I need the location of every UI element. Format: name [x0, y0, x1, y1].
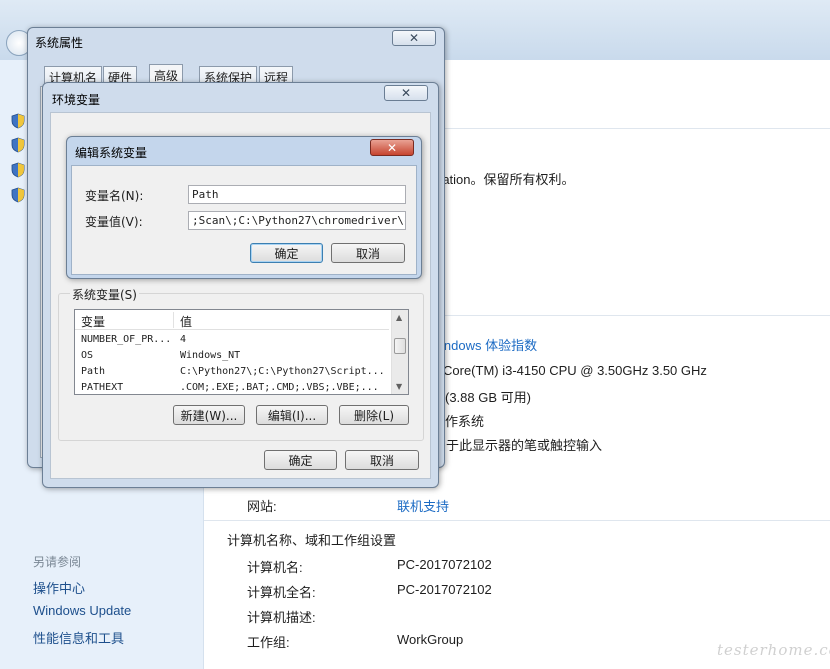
edit-system-variable-dialog: 编辑系统变量 ✕ 变量名(N): Path 变量值(V): ;Scan\;C:\… — [66, 136, 422, 279]
table-row[interactable]: Path C:\Python27\;C:\Python27\Script... — [75, 364, 389, 380]
close-button[interactable]: ✕ — [370, 139, 414, 156]
workgroup-label: 工作组: — [247, 635, 290, 650]
vertical-scrollbar[interactable]: ▲ ▼ — [391, 310, 408, 394]
experience-index-link[interactable]: indows 体验指数 — [441, 335, 537, 354]
close-icon: ✕ — [408, 31, 420, 45]
window-title: 系统属性 — [35, 36, 84, 50]
list-header: 变量 值 — [75, 310, 389, 330]
shield-icon — [11, 187, 25, 203]
table-row[interactable]: NUMBER_OF_PR... 4 — [75, 332, 389, 348]
table-row[interactable]: OS Windows_NT — [75, 348, 389, 364]
variable-name: OS — [81, 350, 94, 361]
divider — [204, 520, 830, 521]
shield-icon — [11, 113, 25, 129]
scroll-up-arrow-icon[interactable]: ▲ — [396, 313, 402, 322]
variable-name: NUMBER_OF_PR... — [81, 334, 171, 345]
cancel-button[interactable]: 取消 — [345, 450, 419, 470]
new-button[interactable]: 新建(W)... — [173, 405, 245, 425]
dialog-body: 变量名(N): Path 变量值(V): ;Scan\;C:\Python27\… — [71, 165, 417, 275]
shield-icon — [11, 162, 25, 178]
full-computer-name-value: PC-2017072102 — [397, 582, 492, 597]
computer-description-label: 计算机描述: — [247, 610, 316, 625]
window-title: 编辑系统变量 — [75, 146, 148, 160]
variable-value-label: 变量值(V): — [85, 215, 143, 229]
see-also-heading: 另请参阅 — [33, 555, 82, 569]
variable-name: PATHEXT — [81, 382, 124, 393]
window-title: 环境变量 — [52, 93, 101, 107]
computer-name-label: 计算机名: — [247, 560, 303, 575]
variable-name-field[interactable]: Path — [188, 185, 406, 204]
system-type-value: 作系统 — [445, 414, 485, 429]
variable-name-label: 变量名(N): — [85, 189, 144, 203]
system-variables-list[interactable]: 变量 值 NUMBER_OF_PR... 4 OS Windows_NT Pat… — [74, 309, 409, 395]
variable-value-field[interactable]: ;Scan\;C:\Python27\chromedriver\chro — [188, 211, 406, 230]
column-variable[interactable]: 变量 — [81, 313, 105, 330]
website-label: 网站: — [247, 499, 277, 514]
workgroup-value: WorkGroup — [397, 632, 464, 647]
close-icon: ✕ — [386, 140, 398, 155]
online-support-link[interactable]: 联机支持 — [397, 496, 449, 515]
scrollbar-thumb[interactable] — [394, 338, 406, 354]
cancel-button[interactable]: 取消 — [331, 243, 405, 263]
variable-value: Windows_NT — [180, 350, 241, 361]
column-value[interactable]: 值 — [180, 313, 192, 330]
memory-value: (3.88 GB 可用) — [445, 390, 531, 405]
variable-name: Path — [81, 366, 106, 377]
performance-info-link[interactable]: 性能信息和工具 — [33, 628, 124, 647]
close-icon: ✕ — [400, 86, 412, 100]
computer-section-title: 计算机名称、域和工作组设置 — [227, 533, 397, 548]
variable-value: .COM;.EXE;.BAT;.CMD;.VBS;.VBE;... — [180, 382, 379, 393]
close-button[interactable]: ✕ — [392, 30, 436, 46]
ok-button[interactable]: 确定 — [264, 450, 337, 470]
column-separator — [173, 312, 174, 328]
delete-button[interactable]: 删除(L) — [339, 405, 409, 425]
shield-icon — [11, 137, 25, 153]
watermark: testerhome.com — [717, 641, 830, 659]
table-row[interactable]: PATHEXT .COM;.EXE;.BAT;.CMD;.VBS;.VBE;..… — [75, 380, 389, 394]
variable-value: C:\Python27\;C:\Python27\Script... — [180, 366, 385, 377]
copyright-text: ration。保留所有权利。 — [438, 172, 575, 187]
ok-button[interactable]: 确定 — [250, 243, 323, 263]
full-computer-name-label: 计算机全名: — [247, 585, 316, 600]
pen-touch-value: 于此显示器的笔或触控输入 — [446, 438, 603, 453]
variable-value: 4 — [180, 334, 187, 345]
scroll-down-arrow-icon[interactable]: ▼ — [396, 382, 402, 391]
edit-button[interactable]: 编辑(I)... — [256, 405, 328, 425]
action-center-link[interactable]: 操作中心 — [33, 578, 85, 597]
system-variables-label: 系统变量(S) — [70, 286, 139, 303]
computer-name-value: PC-2017072102 — [397, 557, 492, 572]
processor-value: Core(TM) i3-4150 CPU @ 3.50GHz 3.50 GHz — [443, 363, 707, 378]
close-button[interactable]: ✕ — [384, 85, 428, 101]
windows-update-link[interactable]: Windows Update — [33, 603, 131, 618]
